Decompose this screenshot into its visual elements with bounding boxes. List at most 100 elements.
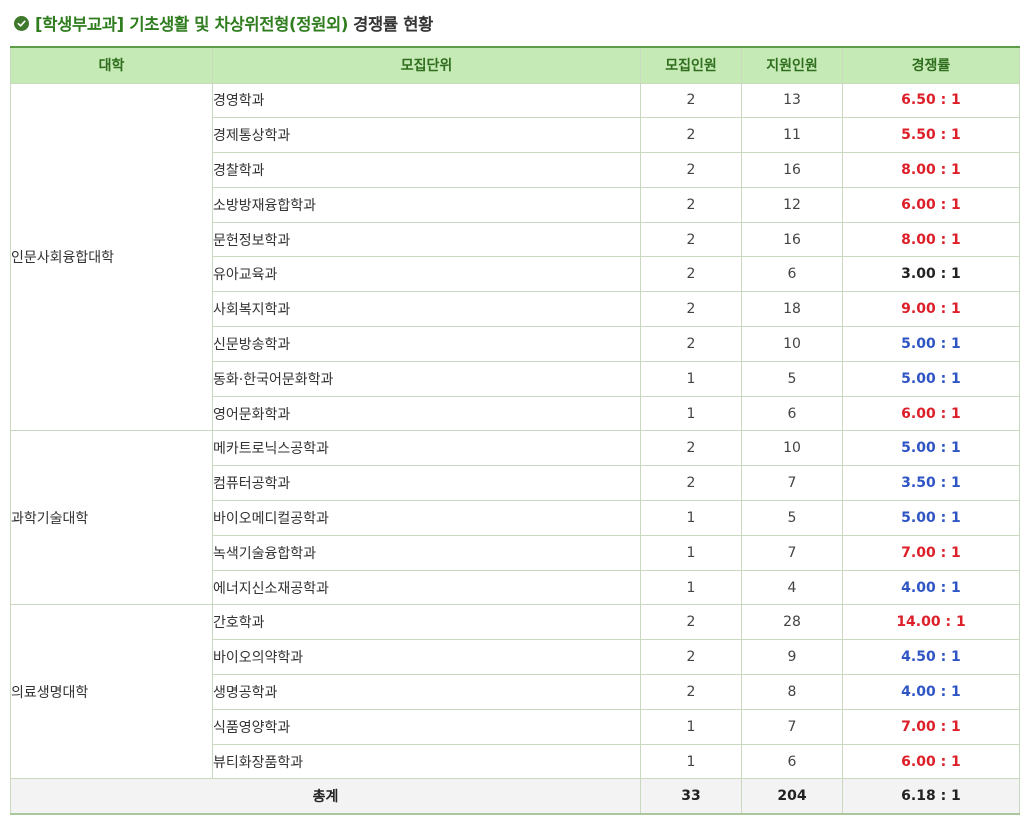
applicants-cell: 5 [741,360,843,397]
college-cell: 인문사회융합대학 [10,82,213,432]
quota-cell: 1 [640,395,742,432]
quota-cell: 2 [640,82,742,119]
unit-cell: 녹색기술융합학과 [212,534,641,571]
section-title: [학생부교과] 기초생활 및 차상위전형(정원외) 경쟁률 현황 [14,10,433,36]
header-applicants: 지원인원 [741,46,843,84]
table-row: 과학기술대학 메카트로닉스공학과 2 10 5.00 : 1 [10,430,1020,606]
unit-cell: 경영학과 [212,82,641,119]
header-unit: 모집단위 [212,46,641,84]
applicants-cell: 28 [741,604,843,641]
total-rate: 6.18 : 1 [842,778,1020,815]
applicants-cell: 16 [741,152,843,188]
applicants-cell: 10 [741,326,843,362]
applicants-cell: 12 [741,186,843,223]
unit-cell: 에너지신소재공학과 [212,569,641,606]
rate-cell: 4.00 : 1 [842,674,1020,710]
quota-cell: 1 [640,569,742,606]
quota-cell: 2 [640,674,742,710]
unit-cell: 소방방재융합학과 [212,186,641,223]
total-applicants: 204 [741,778,843,815]
applicants-cell: 7 [741,465,843,502]
applicants-cell: 8 [741,674,843,710]
applicants-cell: 7 [741,534,843,571]
rate-cell: 4.50 : 1 [842,639,1020,676]
competition-rate-table: 대학 모집단위 모집인원 지원인원 경쟁률 인문사회융합대학 경영학과 2 13 6.5… [10,46,1020,815]
quota-cell: 1 [640,743,742,780]
rate-cell: 6.00 : 1 [842,743,1020,780]
check-circle-icon [14,15,29,31]
applicants-cell: 11 [741,117,843,154]
quota-cell: 2 [640,117,742,154]
applicants-cell: 6 [741,256,843,293]
header-quota: 모집인원 [640,46,742,84]
applicants-cell: 10 [741,430,843,467]
quota-cell: 2 [640,604,742,641]
quota-cell: 2 [640,291,742,328]
unit-cell: 경제통상학과 [212,117,641,154]
applicants-cell: 13 [741,82,843,119]
quota-cell: 2 [640,639,742,676]
rate-cell: 5.00 : 1 [842,430,1020,467]
applicants-cell: 7 [741,708,843,745]
unit-cell: 메카트로닉스공학과 [212,430,641,467]
total-quota: 33 [640,778,742,815]
rate-cell: 3.50 : 1 [842,465,1020,502]
unit-cell: 바이오메디컬공학과 [212,500,641,536]
quota-cell: 2 [640,186,742,223]
rate-cell: 5.00 : 1 [842,500,1020,536]
rate-cell: 3.00 : 1 [842,256,1020,293]
rate-cell: 14.00 : 1 [842,604,1020,641]
rate-cell: 5.00 : 1 [842,360,1020,397]
unit-cell: 뷰티화장품학과 [212,743,641,780]
applicants-cell: 6 [741,743,843,780]
unit-cell: 유아교육과 [212,256,641,293]
table-header-row: 대학 모집단위 모집인원 지원인원 경쟁률 [10,46,1020,84]
table-row: 의료생명대학 간호학과 2 28 14.00 : 1 [10,604,1020,780]
rate-cell: 6.00 : 1 [842,395,1020,432]
applicants-cell: 6 [741,395,843,432]
rate-cell: 7.00 : 1 [842,534,1020,571]
quota-cell: 1 [640,708,742,745]
quota-cell: 1 [640,360,742,397]
quota-cell: 1 [640,534,742,571]
unit-cell: 컴퓨터공학과 [212,465,641,502]
applicants-cell: 18 [741,291,843,328]
total-label: 총계 [10,778,641,815]
unit-cell: 바이오의약학과 [212,639,641,676]
header-college: 대학 [10,46,213,84]
total-row: 총계 33 204 6.18 : 1 [10,778,1020,815]
table-body: 인문사회융합대학 경영학과 2 13 6.50 : 1 경제통상학과 2 11 5.50 : 1… [10,82,1020,780]
unit-cell: 영어문화학과 [212,395,641,432]
quota-cell: 2 [640,430,742,467]
quota-cell: 2 [640,326,742,362]
applicants-cell: 4 [741,569,843,606]
unit-cell: 문헌정보학과 [212,221,641,258]
unit-cell: 경찰학과 [212,152,641,188]
quota-cell: 2 [640,465,742,502]
college-cell: 의료생명대학 [10,604,213,780]
rate-cell: 6.00 : 1 [842,186,1020,223]
quota-cell: 1 [640,500,742,536]
rate-cell: 4.00 : 1 [842,569,1020,606]
unit-cell: 식품영양학과 [212,708,641,745]
applicants-cell: 16 [741,221,843,258]
unit-cell: 사회복지학과 [212,291,641,328]
rate-cell: 5.50 : 1 [842,117,1020,154]
title-rest-text: 경쟁률 현황 [353,15,433,34]
quota-cell: 2 [640,256,742,293]
applicants-cell: 9 [741,639,843,676]
college-cell: 과학기술대학 [10,430,213,606]
unit-cell: 간호학과 [212,604,641,641]
rate-cell: 5.00 : 1 [842,326,1020,362]
header-rate: 경쟁률 [842,46,1020,84]
title-accent-text: [학생부교과] 기초생활 및 차상위전형(정원외) [35,15,349,34]
table-row: 인문사회융합대학 경영학과 2 13 6.50 : 1 [10,82,1020,432]
quota-cell: 2 [640,152,742,188]
unit-cell: 신문방송학과 [212,326,641,362]
rate-cell: 8.00 : 1 [842,221,1020,258]
applicants-cell: 5 [741,500,843,536]
unit-cell: 동화·한국어문화학과 [212,360,641,397]
rate-cell: 9.00 : 1 [842,291,1020,328]
rate-cell: 7.00 : 1 [842,708,1020,745]
rate-cell: 8.00 : 1 [842,152,1020,188]
